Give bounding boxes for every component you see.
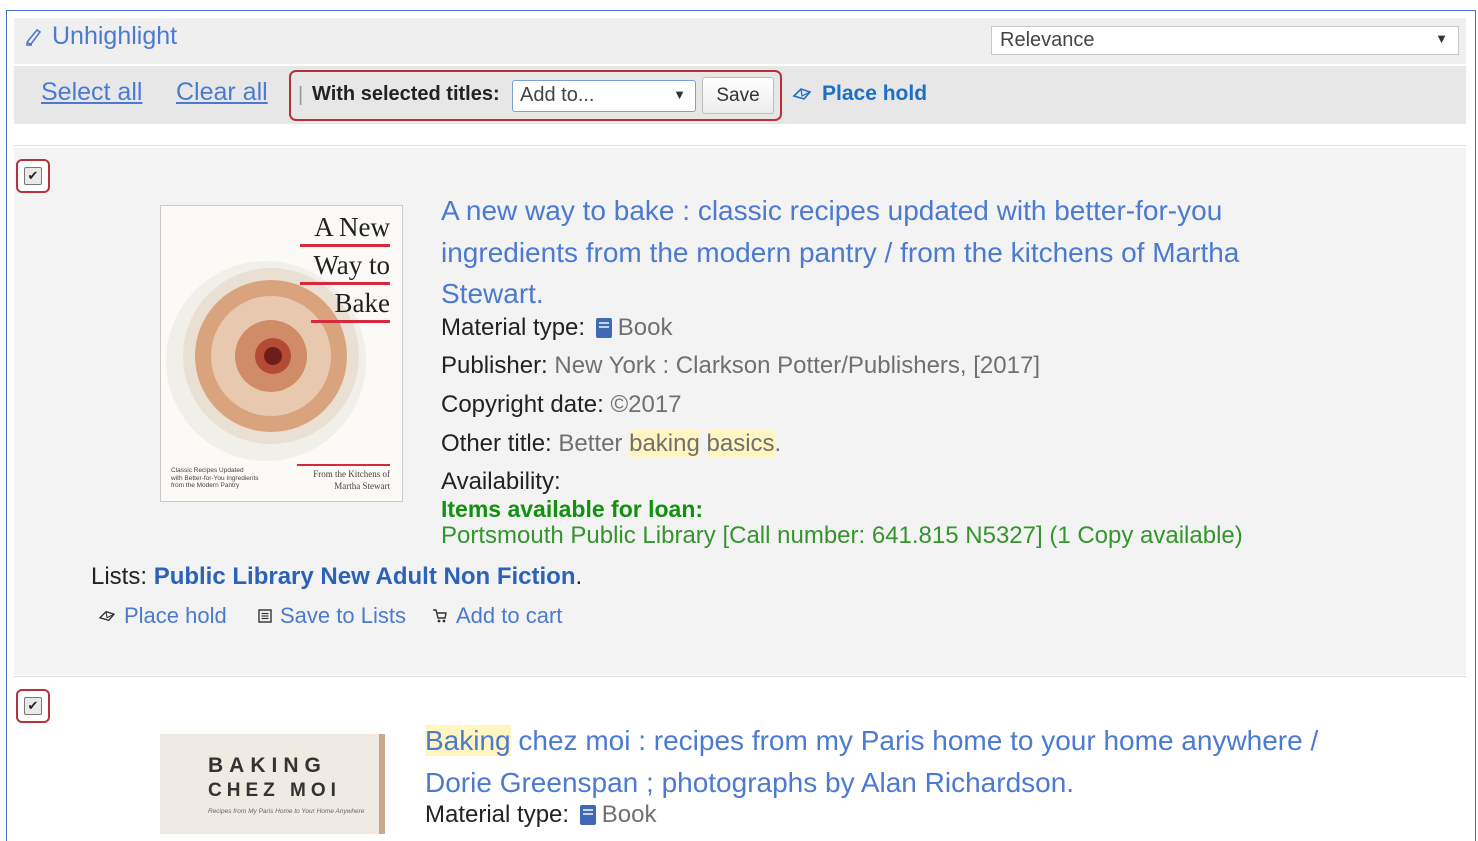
place-hold-action[interactable]: Place hold (98, 603, 227, 629)
place-hold-toolbar-link[interactable]: Place hold (792, 82, 927, 106)
publisher-row: Publisher: New York : Clarkson Potter/Pu… (441, 352, 1040, 380)
other-title-word: Better (558, 430, 623, 457)
divider: | (298, 84, 304, 106)
list-link[interactable]: Public Library New Adult Non Fiction (154, 563, 576, 590)
other-title-row: Other title: Better baking basics. (441, 430, 781, 458)
copyright-row: Copyright date: ©2017 (441, 391, 682, 419)
book-cover-image[interactable]: A New Way to Bake Classic Recipes Update… (160, 205, 403, 502)
record-title-rest: chez moi : recipes from my Paris home to… (510, 725, 1319, 756)
add-to-cart-action[interactable]: Add to cart (432, 603, 562, 629)
cover-title-line1: BAKING (208, 754, 327, 777)
copyright-value: ©2017 (610, 391, 682, 418)
record-title-link[interactable]: Baking chez moi : recipes from my Paris … (425, 720, 1318, 803)
select-all-link[interactable]: Select all (41, 78, 142, 107)
availability-location: Portsmouth Public Library [Call number: … (441, 522, 1243, 549)
cover-edge (379, 734, 385, 834)
highlighted-term: Baking (425, 725, 511, 756)
cover-blurb: Recipes from My Paris Home to Your Home … (208, 808, 365, 815)
cover-title-line2: Way to (313, 250, 390, 280)
material-type-value: Book (601, 801, 657, 828)
dropdown-arrow-icon: ▼ (673, 87, 686, 102)
publisher-value: New York : Clarkson Potter/Publishers, [… (554, 352, 1040, 379)
record-title-line: Baking chez moi : recipes from my Paris … (425, 720, 1318, 762)
place-hold-action-label: Place hold (124, 603, 227, 628)
add-to-select[interactable]: Add to... ▼ (512, 80, 696, 112)
add-to-cart-label: Add to cart (456, 603, 563, 628)
record-checkbox[interactable]: ✔ (24, 697, 42, 715)
record-title-link[interactable]: A new way to bake : classic recipes upda… (441, 190, 1239, 315)
cover-blurb-line: with Better-for-You Ingredients (171, 474, 259, 482)
hand-icon (792, 88, 812, 100)
save-to-lists-action[interactable]: Save to Lists (258, 603, 406, 629)
sort-select-value: Relevance (1000, 29, 1095, 51)
place-hold-label: Place hold (822, 82, 928, 105)
publisher-label: Publisher: (441, 352, 548, 379)
sort-select[interactable]: Relevance ▼ (991, 26, 1459, 55)
cover-title-line3: Bake (334, 288, 390, 318)
cover-blurb-line: Martha Stewart (334, 481, 390, 491)
dropdown-arrow-icon: ▼ (1435, 31, 1448, 46)
unhighlight-link[interactable]: Unhighlight (24, 22, 177, 51)
material-type-label: Material type: (441, 314, 586, 341)
highlighter-icon (25, 28, 42, 46)
lists-row: Lists: Public Library New Adult Non Fict… (91, 563, 582, 591)
divider (14, 676, 1466, 677)
book-cover-image[interactable]: BAKING CHEZ MOI Recipes from My Paris Ho… (160, 734, 385, 834)
add-to-select-value: Add to... (520, 84, 595, 106)
items-available-heading: Items available for loan: (441, 496, 704, 522)
save-to-lists-label: Save to Lists (280, 603, 406, 628)
save-button[interactable]: Save (702, 77, 774, 114)
book-icon (579, 805, 596, 825)
cover-blurb-line: Classic Recipes Updated (171, 467, 244, 474)
lists-period: . (575, 563, 583, 590)
record-title-line: A new way to bake : classic recipes upda… (441, 195, 1223, 226)
cover-blurb-left: Classic Recipes Updated with Better-for-… (171, 467, 259, 490)
with-selected-label: With selected titles: (312, 83, 500, 105)
record-checkbox-highlight: ✔ (16, 159, 50, 193)
material-type-label: Material type: (425, 801, 570, 828)
divider (14, 145, 1466, 146)
record-checkbox-highlight: ✔ (16, 689, 50, 723)
record-title-line: Dorie Greenspan ; photographs by Alan Ri… (425, 766, 1075, 798)
hand-icon (98, 610, 116, 622)
cart-icon (433, 609, 447, 623)
cover-blurb-line: from the Modern Pantry (171, 482, 240, 489)
other-title-period: . (774, 430, 782, 457)
copyright-label: Copyright date: (441, 391, 604, 418)
availability-label: Availability: (441, 468, 561, 495)
clear-all-link[interactable]: Clear all (176, 78, 268, 107)
book-icon (595, 318, 612, 338)
highlighted-term: basics (706, 430, 775, 457)
cover-blurb-line: From the Kitchens of (313, 469, 390, 479)
unhighlight-label: Unhighlight (52, 22, 178, 50)
cover-blurb-right: From the Kitchens of Martha Stewart (313, 468, 390, 492)
highlighted-term: baking (629, 430, 700, 457)
other-title-label: Other title: (441, 430, 552, 457)
cover-title-line2: CHEZ MOI (208, 780, 341, 801)
record-checkbox[interactable]: ✔ (24, 167, 42, 185)
record-title-line: Stewart. (441, 278, 544, 309)
record-title-line: ingredients from the modern pantry / fro… (441, 236, 1240, 268)
list-icon (258, 609, 272, 623)
material-type-value: Book (617, 314, 673, 341)
lists-label: Lists: (91, 563, 148, 590)
cover-title-line1: A New (314, 212, 390, 242)
material-type-row: Material type: Book (441, 314, 672, 342)
